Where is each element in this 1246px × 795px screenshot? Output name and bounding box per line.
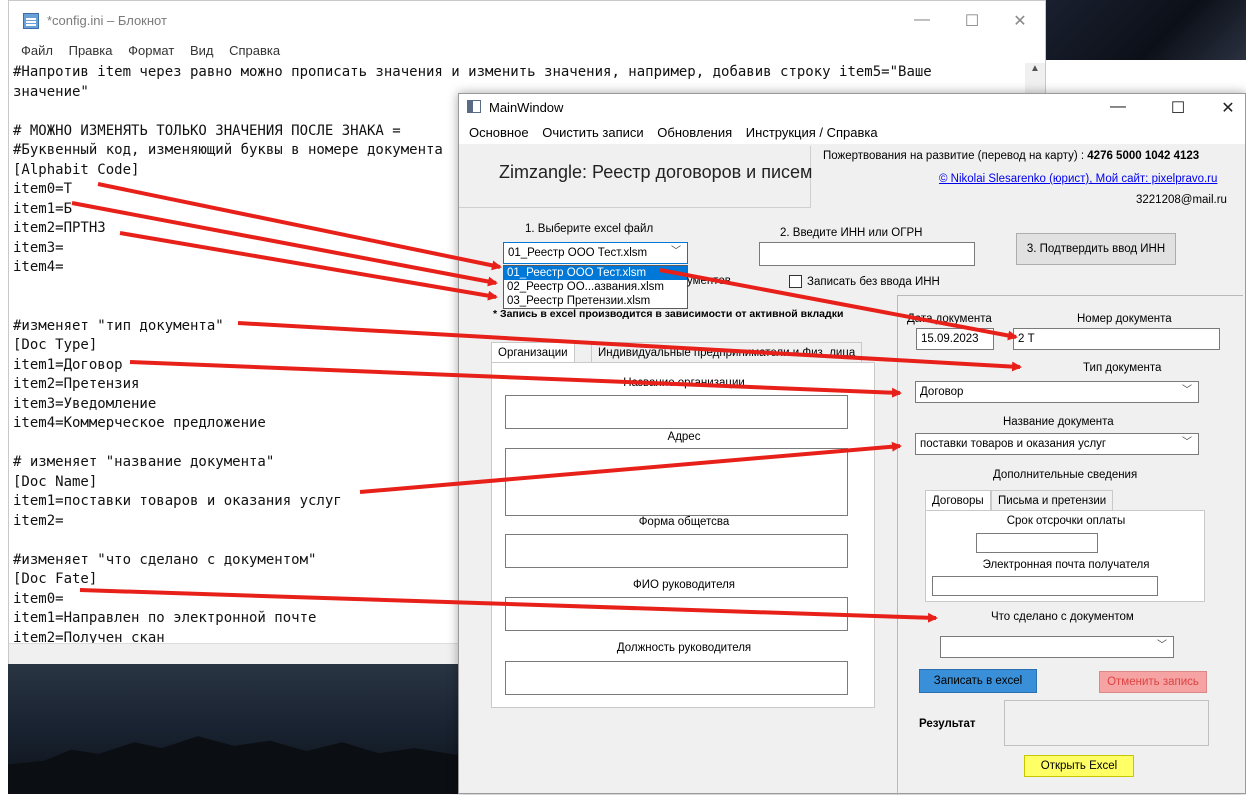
menu-help[interactable]: Справка [229, 43, 280, 58]
chevron-down-icon: ﹀ [1157, 640, 1167, 651]
tab-organizations[interactable]: Организации [491, 342, 575, 362]
address-input[interactable] [505, 448, 848, 516]
file-select[interactable]: 01_Реестр ООО Тест.xlsm ﹀ [503, 242, 688, 264]
result-label: Результат [919, 718, 976, 730]
donation-info: Пожертвования на развитие (перевод на ка… [823, 150, 1199, 162]
notepad-menubar: Файл Правка Формат Вид Справка [9, 43, 1045, 63]
file-dropdown-list[interactable]: 01_Реестр ООО Тест.xlsm 02_Реестр ОО...а… [503, 265, 688, 309]
result-box [1004, 700, 1209, 746]
doc-type-label: Тип документа [1083, 362, 1162, 374]
chevron-down-icon: ﹀ [1182, 437, 1192, 448]
author-email: 3221208@mail.ru [1136, 194, 1227, 206]
menu-edit[interactable]: Правка [69, 43, 113, 58]
doc-date-label: Дата документа [907, 313, 992, 325]
write-without-inn-checkbox[interactable] [789, 275, 802, 288]
notepad-title: *config.ini – Блокнот [47, 13, 167, 28]
step2-label: 2. Введите ИНН или ОГРН [780, 227, 923, 239]
doc-fate-select[interactable]: ﹀ [940, 636, 1174, 658]
menu-main[interactable]: Основное [469, 125, 529, 140]
doc-date-value: 15.09.2023 [921, 333, 979, 345]
minimize-button[interactable]: — [1095, 98, 1141, 116]
menu-updates[interactable]: Обновления [657, 125, 732, 140]
close-button[interactable]: ✕ [1205, 98, 1246, 118]
notepad-close-button[interactable]: ✕ [997, 11, 1043, 31]
note-text: * Запись в excel производится в зависимо… [493, 308, 844, 320]
tab-letters-claims[interactable]: Письма и претензии [991, 490, 1114, 510]
payment-delay-input[interactable] [976, 533, 1098, 553]
notepad-icon [23, 13, 39, 29]
company-form-input[interactable] [505, 534, 848, 568]
maximize-button[interactable]: ☐ [1155, 98, 1201, 118]
scroll-up-icon[interactable]: ▲ [1025, 63, 1045, 79]
cancel-record-button[interactable]: Отменить запись [1099, 671, 1207, 693]
main-window: MainWindow — ☐ ✕ Основное Очистить запис… [458, 93, 1246, 795]
desktop-wallpaper [1042, 0, 1246, 60]
file-option-3[interactable]: 03_Реестр Претензии.xlsm [504, 294, 687, 308]
menu-file[interactable]: Файл [21, 43, 53, 58]
mainwindow-menubar: Основное Очистить записи Обновления Инст… [459, 122, 1245, 144]
menu-instructions[interactable]: Инструкция / Справка [746, 125, 878, 140]
partially-hidden-label: ументов [687, 275, 731, 287]
menu-format[interactable]: Формат [128, 43, 174, 58]
notepad-titlebar: *config.ini – Блокнот — ☐ ✕ [9, 1, 1045, 41]
org-name-input[interactable] [505, 395, 848, 429]
doc-fate-label: Что сделано с документом [991, 611, 1134, 623]
doc-number-label: Номер документа [1077, 313, 1172, 325]
notepad-maximize-button[interactable]: ☐ [949, 11, 995, 31]
address-label: Адрес [667, 431, 701, 443]
organizations-panel: Название организации Адрес Форма общетсв… [491, 362, 875, 708]
director-name-input[interactable] [505, 597, 848, 631]
divider [897, 295, 1243, 296]
notepad-minimize-button[interactable]: — [899, 11, 945, 29]
vertical-divider [897, 295, 898, 795]
menu-view[interactable]: Вид [190, 43, 214, 58]
chevron-down-icon: ﹀ [1182, 385, 1192, 396]
file-option-2[interactable]: 02_Реестр ОО...азвания.xlsm [504, 280, 687, 294]
recipient-email-input[interactable] [932, 576, 1158, 596]
notepad-line: #Напротив item через равно можно прописа… [13, 64, 932, 80]
company-form-label: Форма общетсва [638, 516, 730, 528]
open-excel-button[interactable]: Открыть Excel [1024, 755, 1134, 777]
org-name-label: Название организации [623, 377, 745, 389]
donation-card: 4276 5000 1042 4123 [1087, 150, 1200, 162]
tab-contracts[interactable]: Договоры [925, 490, 991, 510]
director-position-input[interactable] [505, 661, 848, 695]
file-select-value: 01_Реестр ООО Тест.xlsm [508, 247, 648, 259]
doc-number-input[interactable]: 2 Т [1013, 328, 1220, 350]
doc-type-select[interactable]: Договор ﹀ [915, 381, 1199, 403]
doc-type-value: Договор [920, 386, 964, 398]
doc-name-select[interactable]: поставки товаров и оказания услуг ﹀ [915, 433, 1199, 455]
contracts-panel: Срок отсрочки оплаты Электронная почта п… [925, 510, 1205, 602]
recipient-email-label: Электронная почта получателя [982, 559, 1150, 571]
doc-date-input[interactable]: 15.09.2023 [916, 328, 994, 350]
mainwindow-title: MainWindow [489, 100, 564, 115]
file-option-1[interactable]: 01_Реестр ООО Тест.xlsm [504, 266, 687, 280]
doc-name-value: поставки товаров и оказания услуг [920, 438, 1107, 450]
author-link[interactable]: © Nikolai Slesarenko (юрист), Мой сайт: … [939, 173, 1217, 185]
step1-label: 1. Выберите excel файл [525, 223, 654, 235]
inn-input[interactable] [759, 242, 975, 266]
extra-info-label: Дополнительные сведения [993, 469, 1138, 481]
payment-delay-label: Срок отсрочки оплаты [1006, 515, 1126, 527]
donation-label: Пожертвования на развитие (перевод на ка… [823, 150, 1085, 162]
confirm-inn-button[interactable]: 3. Подтвердить ввод ИНН [1016, 233, 1176, 265]
app-window-icon [467, 100, 481, 113]
doc-name-label: Название документа [1003, 416, 1114, 428]
chevron-down-icon: ﹀ [671, 246, 681, 257]
menu-clear-records[interactable]: Очистить записи [542, 125, 643, 140]
write-excel-button[interactable]: Записать в excel [919, 669, 1037, 693]
mainwindow-titlebar: MainWindow — ☐ ✕ [459, 94, 1245, 122]
doc-number-value: 2 Т [1018, 333, 1035, 345]
director-name-label: ФИО руководителя [632, 579, 736, 591]
tab-individuals[interactable]: Индивидуальные предприниматели и Физ. ли… [591, 342, 863, 362]
app-title: Zimzangle: Реестр договоров и писем [499, 162, 813, 182]
director-position-label: Должность руководителя [616, 642, 752, 654]
write-without-inn-label: Записать без ввода ИНН [807, 276, 940, 288]
